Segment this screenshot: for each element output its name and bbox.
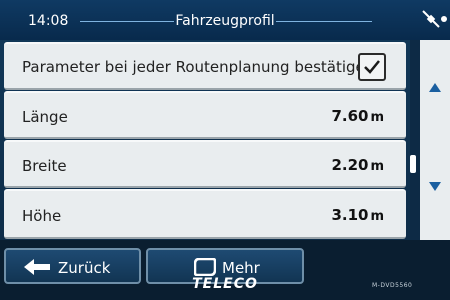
status-bar: 14:08 Fahrzeugprofil: [0, 0, 450, 40]
more-icon: [194, 258, 216, 276]
device-model-label: M-DVD5560: [372, 282, 413, 289]
more-button-label: Mehr: [222, 259, 260, 277]
length-label: Länge: [22, 108, 68, 126]
length-value: 7.60 m: [331, 107, 384, 125]
arrow-down-icon: [429, 182, 441, 191]
list-item-height[interactable]: Höhe 3.10 m: [4, 189, 406, 239]
arrow-up-icon: [429, 83, 441, 92]
navigation-screen: 14:08 Fahrzeugprofil Parameter bei jeder…: [0, 0, 450, 300]
confirm-checkbox[interactable]: [358, 53, 386, 81]
satellite-icon: [422, 10, 447, 28]
scroll-panel: [420, 40, 450, 240]
arrow-left-icon: [24, 259, 50, 275]
width-value: 2.20 m: [331, 156, 384, 174]
back-button[interactable]: Zurück: [4, 248, 141, 284]
scroll-down-button[interactable]: [420, 145, 450, 240]
device-brand-logo: TELECO: [192, 276, 258, 292]
height-value: 3.10 m: [331, 206, 384, 224]
vehicle-profile-list: Parameter bei jeder Routenplanung bestät…: [0, 40, 410, 240]
scroll-track: [410, 40, 420, 240]
list-item-label: Parameter bei jeder Routenplanung bestät…: [22, 58, 375, 76]
height-label: Höhe: [22, 207, 62, 225]
list-item-confirm-parameters[interactable]: Parameter bei jeder Routenplanung bestät…: [4, 42, 406, 90]
page-title: Fahrzeugprofil: [175, 13, 275, 29]
back-button-label: Zurück: [58, 259, 111, 277]
title-divider-right: [276, 21, 372, 22]
scroll-thumb[interactable]: [410, 155, 416, 173]
checkmark-icon: [364, 60, 380, 74]
width-label: Breite: [22, 157, 67, 175]
list-item-length[interactable]: Länge 7.60 m: [4, 91, 406, 139]
list-item-width[interactable]: Breite 2.20 m: [4, 140, 406, 188]
scroll-up-button[interactable]: [420, 40, 450, 135]
